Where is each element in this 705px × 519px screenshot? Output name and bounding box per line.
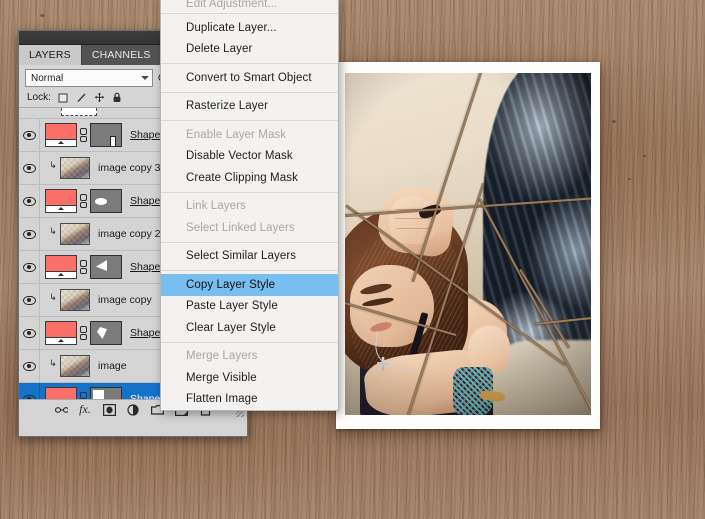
link-layers-icon[interactable] [55,403,68,416]
layer-image-thumbnail[interactable] [60,355,90,377]
wood-knot [643,155,646,157]
layer-context-menu[interactable]: Edit Adjustment... Duplicate Layer... De… [160,0,339,411]
wood-knot [628,178,631,180]
layer-thumbnails[interactable] [40,321,122,345]
tab-channels[interactable]: CHANNELS [82,45,162,65]
menu-item-enable-layer-mask: Enable Layer Mask [161,124,338,146]
new-adjustment-layer-icon[interactable] [127,403,140,416]
menu-item-duplicate-layer[interactable]: Duplicate Layer... [161,17,338,39]
layer-visibility-toggle[interactable] [19,383,40,400]
layer-image-thumbnail[interactable] [60,289,90,311]
add-layer-mask-icon[interactable] [103,403,116,416]
layer-thumbnails[interactable] [40,123,122,147]
lock-image-pixels-icon[interactable] [76,92,87,103]
clipping-mask-arrow-icon: ↳ [49,161,57,175]
menu-separator [161,270,338,271]
eye-icon [23,329,36,338]
eye-icon [23,263,36,272]
menu-separator [161,342,338,343]
eye-icon [23,164,36,173]
menu-separator [161,242,338,243]
link-icon[interactable] [80,260,87,274]
layer-fill-thumbnail[interactable] [45,321,77,345]
layer-visibility-toggle[interactable] [19,317,40,349]
link-icon[interactable] [80,392,87,400]
layer-visibility-toggle[interactable] [19,119,40,151]
layer-thumbnails[interactable] [40,387,122,400]
eye-icon [23,197,36,206]
menu-item-convert-to-smart-object[interactable]: Convert to Smart Object [161,67,338,89]
layer-visibility-toggle[interactable] [19,251,40,283]
eye-icon [23,230,36,239]
link-icon[interactable] [80,194,87,208]
link-icon[interactable] [80,326,87,340]
menu-separator [161,63,338,64]
vector-mask-thumbnail[interactable] [90,255,122,279]
blend-mode-value: Normal [31,73,63,84]
layer-visibility-toggle[interactable] [19,218,40,250]
layer-thumbnails[interactable]: ↳ [40,289,90,311]
wood-knot [612,120,616,123]
layer-fill-thumbnail[interactable] [45,189,77,213]
layer-image-thumbnail[interactable] [60,223,90,245]
blend-mode-select[interactable]: Normal [25,69,153,87]
layer-visibility-toggle[interactable] [19,152,40,184]
layer-visibility-toggle[interactable] [19,350,40,382]
clipping-mask-arrow-icon: ↳ [49,227,57,241]
chevron-down-icon[interactable] [141,76,149,80]
menu-item-delete-layer[interactable]: Delete Layer [161,39,338,61]
clipping-mask-arrow-icon: ↳ [49,359,57,373]
layer-thumbnails[interactable] [40,255,122,279]
menu-item-edit-adjustment: Edit Adjustment... [161,0,338,10]
vector-mask-thumbnail[interactable] [90,387,122,400]
lock-label: Lock: [27,92,51,103]
menu-item-rasterize-layer[interactable]: Rasterize Layer [161,96,338,118]
photo-canvas [345,73,591,415]
menu-item-copy-layer-style[interactable]: Copy Layer Style [161,274,338,296]
eye-icon [23,362,36,371]
layer-visibility-toggle[interactable] [19,185,40,217]
lock-all-icon[interactable] [112,92,123,103]
menu-item-disable-vector-mask[interactable]: Disable Vector Mask [161,146,338,168]
menu-item-flatten-image[interactable]: Flatten Image [161,389,338,411]
layer-thumbnails[interactable]: ↳ [40,157,90,179]
layer-thumbnails[interactable]: ↳ [40,223,90,245]
photo-frame [336,62,600,429]
partial-thumbnail [61,108,97,116]
wood-knot [40,14,45,17]
lock-transparent-pixels-icon[interactable] [58,92,69,103]
layer-thumbnails[interactable]: ↳ [40,355,90,377]
menu-item-merge-visible[interactable]: Merge Visible [161,367,338,389]
vector-mask-thumbnail[interactable] [90,123,122,147]
menu-item-clear-layer-style[interactable]: Clear Layer Style [161,317,338,339]
add-layer-style-fx-icon[interactable]: fx. [79,403,92,416]
menu-separator [161,92,338,93]
layer-visibility-toggle[interactable] [19,284,40,316]
layer-fill-thumbnail[interactable] [45,387,77,400]
layer-thumbnails[interactable] [40,189,122,213]
clipping-mask-arrow-icon: ↳ [49,293,57,307]
layer-image-thumbnail[interactable] [60,157,90,179]
lock-position-icon[interactable] [94,92,105,103]
eye-icon [23,131,36,140]
vector-mask-thumbnail[interactable] [90,189,122,213]
layer-fill-thumbnail[interactable] [45,123,77,147]
menu-separator [161,192,338,193]
tab-layers[interactable]: LAYERS [19,45,82,65]
vector-mask-thumbnail[interactable] [90,321,122,345]
menu-item-create-clipping-mask[interactable]: Create Clipping Mask [161,167,338,189]
menu-item-merge-layers: Merge Layers [161,346,338,368]
photo-vignette [345,73,591,415]
menu-item-link-layers: Link Layers [161,196,338,218]
menu-item-select-linked-layers: Select Linked Layers [161,217,338,239]
layer-fill-thumbnail[interactable] [45,255,77,279]
link-icon[interactable] [80,128,87,142]
menu-separator [161,13,338,14]
menu-item-select-similar-layers[interactable]: Select Similar Layers [161,246,338,268]
eye-icon [23,296,36,305]
menu-separator [161,120,338,121]
menu-item-paste-layer-style[interactable]: Paste Layer Style [161,296,338,318]
